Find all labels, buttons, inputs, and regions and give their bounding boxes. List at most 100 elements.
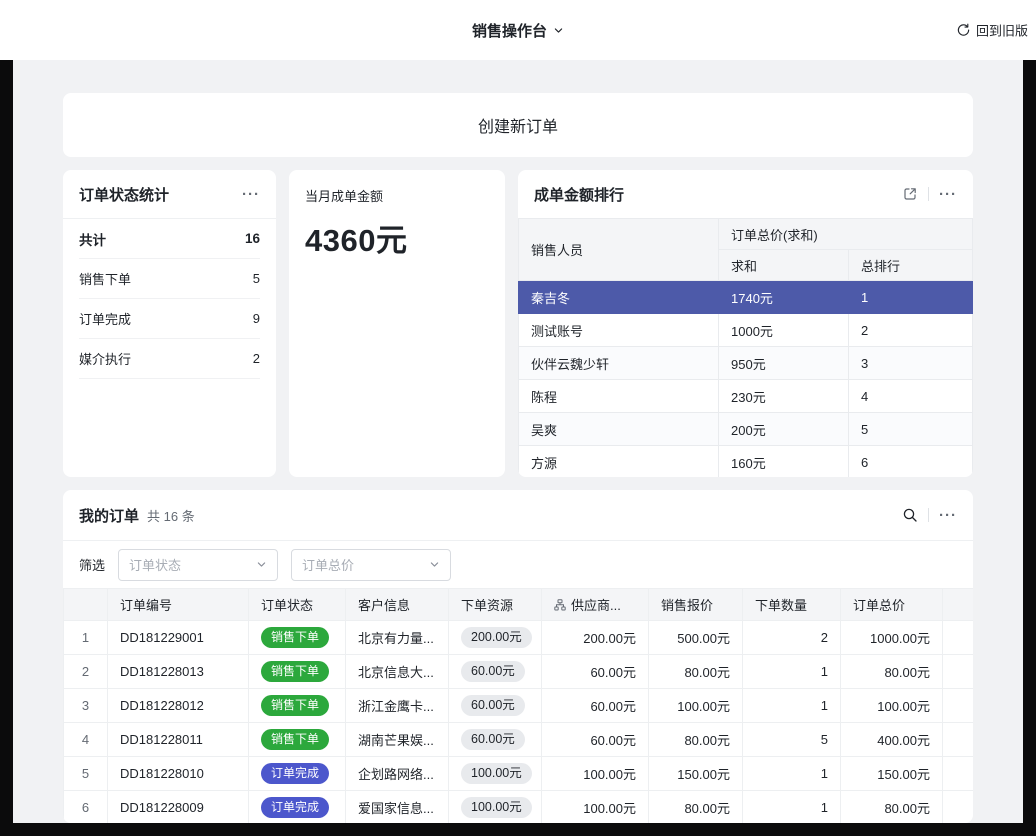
quantity-column-header[interactable]: 下单数量 — [743, 589, 841, 621]
order-row[interactable]: 6 DD181228009 订单完成 爱国家信息... 100.00元 100.… — [64, 791, 974, 824]
sum-cell: 950元 — [719, 347, 849, 380]
supplier-cell: 60.00元 — [542, 689, 649, 723]
supplier-column-header[interactable]: 供应商... — [542, 589, 649, 621]
order-row[interactable]: 4 DD181228011 销售下单 湖南芒果娱... 60.00元 60.00… — [64, 723, 974, 757]
ranking-table: 销售人员 订单总价(求和) 求和 总排行 秦吉冬 1740元 1 — [518, 218, 973, 477]
quote-cell: 100.00元 — [649, 689, 743, 723]
salesperson-cell: 秦吉冬 — [519, 281, 719, 314]
orders-count: 共 16 条 — [147, 506, 195, 525]
more-icon[interactable]: ··· — [939, 508, 957, 523]
quote-column-header[interactable]: 销售报价 — [649, 589, 743, 621]
spacer-column-header — [943, 589, 974, 621]
status-row-media-exec[interactable]: 媒介执行 2 — [79, 339, 260, 379]
filter-label: 筛选 — [79, 555, 105, 574]
ranking-row[interactable]: 吴爽 200元 5 — [519, 413, 973, 446]
chevron-down-icon — [553, 25, 564, 36]
order-status-column-header[interactable]: 订单状态 — [249, 589, 346, 621]
quantity-cell: 1 — [743, 689, 841, 723]
order-total-column-header[interactable]: 订单总价 — [841, 589, 943, 621]
history-icon — [956, 23, 971, 38]
quantity-cell: 5 — [743, 723, 841, 757]
quote-cell: 80.00元 — [649, 655, 743, 689]
status-row-completed[interactable]: 订单完成 9 — [79, 299, 260, 339]
order-row[interactable]: 3 DD181228012 销售下单 浙江金鹰卡... 60.00元 60.00… — [64, 689, 974, 723]
resource-cell: 60.00元 — [449, 689, 542, 723]
order-total-cell: 80.00元 — [841, 655, 943, 689]
order-row[interactable]: 5 DD181228010 订单完成 企划路网络... 100.00元 100.… — [64, 757, 974, 791]
status-badge: 销售下单 — [261, 627, 329, 648]
salesperson-cell: 测试账号 — [519, 314, 719, 347]
order-total-cell: 150.00元 — [841, 757, 943, 791]
status-card-title: 订单状态统计 — [79, 184, 169, 205]
status-row-total[interactable]: 共计 16 — [79, 219, 260, 259]
order-no-cell: DD181228011 — [108, 723, 249, 757]
status-badge: 订单完成 — [261, 797, 329, 818]
order-row[interactable]: 2 DD181228013 销售下单 北京信息大... 60.00元 60.00… — [64, 655, 974, 689]
order-status-cell: 销售下单 — [249, 621, 346, 655]
customer-cell: 爱国家信息... — [346, 791, 449, 824]
ranking-card-title: 成单金额排行 — [534, 184, 624, 205]
rank-cell: 5 — [849, 413, 973, 446]
rank-cell: 6 — [849, 446, 973, 478]
row-number-cell: 6 — [64, 791, 108, 824]
order-total-cell: 80.00元 — [841, 791, 943, 824]
resource-cell: 100.00元 — [449, 791, 542, 824]
amount-value: 4360元 — [305, 215, 489, 260]
order-no-cell: DD181229001 — [108, 621, 249, 655]
back-to-old-version-button[interactable]: 回到旧版 — [956, 21, 1028, 40]
order-total-filter-select[interactable]: 订单总价 — [291, 549, 451, 581]
resource-column-header[interactable]: 下单资源 — [449, 589, 542, 621]
divider — [928, 187, 929, 201]
order-no-column-header[interactable]: 订单编号 — [108, 589, 249, 621]
monthly-amount-card: 当月成单金额 4360元 — [289, 170, 505, 477]
rank-cell: 2 — [849, 314, 973, 347]
ranking-row[interactable]: 测试账号 1000元 2 — [519, 314, 973, 347]
my-orders-card: 我的订单 共 16 条 ··· 筛选 订单状态 — [63, 490, 973, 823]
page-title: 销售操作台 — [472, 20, 547, 41]
order-row[interactable]: 1 DD181229001 销售下单 北京有力量... 200.00元 200.… — [64, 621, 974, 655]
row-number-column-header — [64, 589, 108, 621]
status-value: 16 — [245, 231, 260, 246]
ranking-row[interactable]: 伙伴云魏少轩 950元 3 — [519, 347, 973, 380]
order-no-cell: DD181228009 — [108, 791, 249, 824]
row-number-cell: 4 — [64, 723, 108, 757]
status-value: 2 — [253, 351, 260, 366]
quantity-cell: 2 — [743, 621, 841, 655]
search-icon[interactable] — [902, 507, 918, 523]
rank-cell: 3 — [849, 347, 973, 380]
sum-cell: 1000元 — [719, 314, 849, 347]
row-number-cell: 5 — [64, 757, 108, 791]
rank-cell: 1 — [849, 281, 973, 314]
order-no-cell: DD181228012 — [108, 689, 249, 723]
order-status-filter-select[interactable]: 订单状态 — [118, 549, 278, 581]
create-order-button[interactable]: 创建新订单 — [63, 93, 973, 157]
order-total-cell: 100.00元 — [841, 689, 943, 723]
status-label: 销售下单 — [79, 269, 131, 288]
row-number-cell: 2 — [64, 655, 108, 689]
ranking-row[interactable]: 陈程 230元 4 — [519, 380, 973, 413]
workspace-title-dropdown[interactable]: 销售操作台 — [472, 20, 564, 41]
status-value: 9 — [253, 311, 260, 326]
ranking-row-selected[interactable]: 秦吉冬 1740元 1 — [519, 281, 973, 314]
sum-cell: 1740元 — [719, 281, 849, 314]
customer-column-header[interactable]: 客户信息 — [346, 589, 449, 621]
salesperson-cell: 伙伴云魏少轩 — [519, 347, 719, 380]
spacer-cell — [943, 655, 974, 689]
amount-ranking-card: 成单金额排行 ··· 销售人员 — [518, 170, 973, 477]
quantity-cell: 1 — [743, 791, 841, 824]
supplier-cell: 100.00元 — [542, 791, 649, 824]
ranking-row[interactable]: 方源 160元 6 — [519, 446, 973, 478]
dashboard-cards-row: 订单状态统计 ··· 共计 16 销售下单 5 订单完成 9 媒介执行 — [63, 170, 973, 477]
customer-cell: 企划路网络... — [346, 757, 449, 791]
order-no-cell: DD181228013 — [108, 655, 249, 689]
more-icon[interactable]: ··· — [939, 187, 957, 202]
more-icon[interactable]: ··· — [242, 187, 260, 202]
status-row-sales-order[interactable]: 销售下单 5 — [79, 259, 260, 299]
spacer-cell — [943, 723, 974, 757]
customer-cell: 湖南芒果娱... — [346, 723, 449, 757]
open-in-new-icon[interactable] — [902, 186, 918, 202]
status-badge: 销售下单 — [261, 661, 329, 682]
supplier-cell: 100.00元 — [542, 757, 649, 791]
resource-tag: 60.00元 — [461, 695, 525, 717]
col-header-salesperson: 销售人员 — [519, 219, 719, 281]
